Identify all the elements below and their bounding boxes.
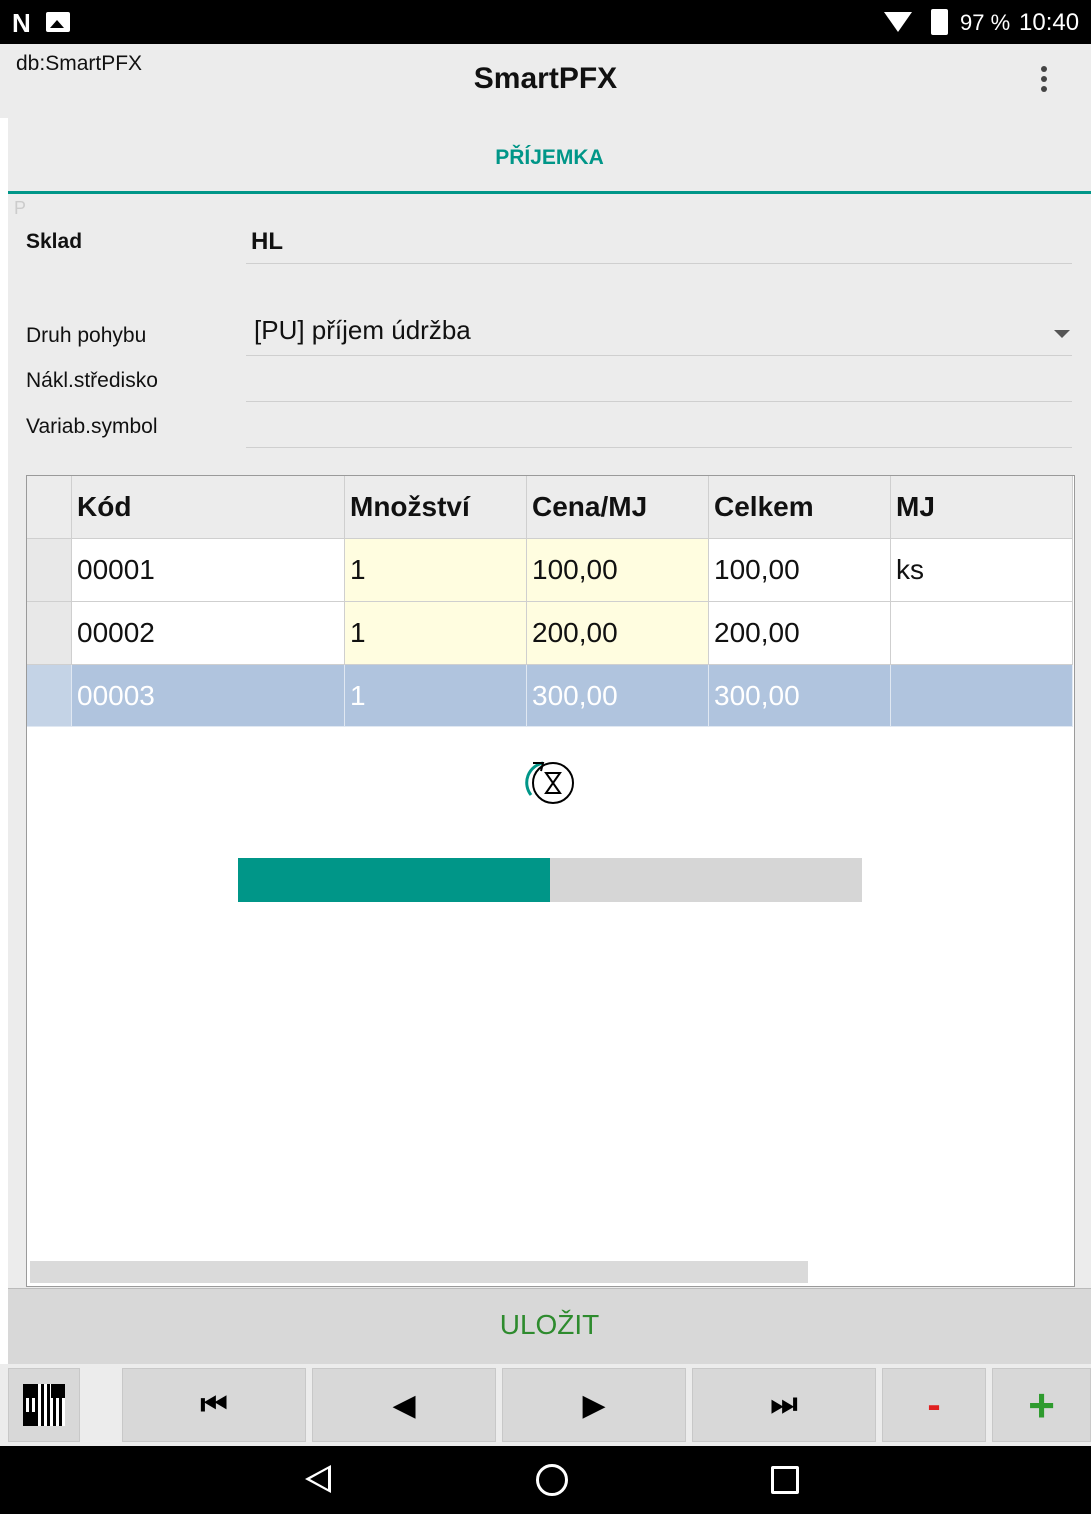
cell-mnozstvi-selected[interactable]: 1: [345, 665, 527, 727]
record-navigation-bar: ⏮ ◀ ▶ ⏭ - +: [0, 1364, 1091, 1446]
column-header-mj[interactable]: MJ: [891, 476, 1073, 539]
cell-celkem[interactable]: 100,00: [709, 539, 891, 602]
home-icon[interactable]: [536, 1464, 568, 1496]
cell-celkem[interactable]: 200,00: [709, 602, 891, 665]
sklad-label: Sklad: [26, 230, 83, 253]
minus-icon: -: [927, 1382, 941, 1427]
plus-icon: +: [1028, 1379, 1055, 1431]
battery-icon: [931, 9, 948, 35]
last-record-button[interactable]: ⏭: [692, 1368, 876, 1442]
row-header[interactable]: [27, 602, 72, 665]
variab-symbol-field[interactable]: [246, 406, 1072, 448]
status-bar: N 97 % 10:40: [0, 0, 1091, 44]
cell-kod-selected[interactable]: 00003: [72, 665, 345, 727]
first-record-button[interactable]: ⏮: [122, 1368, 306, 1442]
progress-fill: [238, 858, 550, 902]
notification-n-icon: N: [12, 8, 31, 38]
sklad-field[interactable]: HL: [246, 218, 1072, 264]
more-vert-icon[interactable]: [1030, 66, 1058, 98]
cell-mnozstvi[interactable]: 1: [345, 602, 527, 665]
wifi-icon: [884, 12, 912, 32]
cell-kod[interactable]: 00002: [72, 602, 345, 665]
add-record-button[interactable]: +: [992, 1368, 1091, 1442]
cell-cena-mj[interactable]: 200,00: [527, 602, 709, 665]
column-header-celkem[interactable]: Celkem: [709, 476, 891, 539]
loading-hourglass-icon: [525, 761, 574, 804]
save-button[interactable]: ULOŽIT: [8, 1309, 1091, 1341]
save-bar: ULOŽIT: [8, 1288, 1091, 1364]
druh-pohybu-value: [PU] příjem údržba: [254, 315, 471, 345]
qr-code-icon: [23, 1384, 65, 1426]
qr-scan-button[interactable]: [8, 1368, 80, 1442]
variab-symbol-label: Variab.symbol: [26, 415, 158, 438]
battery-percent: 97 %: [960, 10, 1011, 35]
cell-celkem-selected[interactable]: 300,00: [709, 665, 891, 727]
cell-cena-mj[interactable]: 100,00: [527, 539, 709, 602]
clock: 10:40: [1019, 9, 1080, 36]
previous-record-button[interactable]: ◀: [312, 1368, 496, 1442]
progress-bar: [238, 858, 862, 902]
column-header-cena-mj[interactable]: Cena/MJ: [527, 476, 709, 539]
druh-pohybu-select[interactable]: [PU] příjem údržba: [246, 312, 1072, 356]
column-header-mnozstvi[interactable]: Množství: [345, 476, 527, 539]
cell-mj[interactable]: ks: [891, 539, 1073, 602]
items-grid[interactable]: Kód Množství Cena/MJ Celkem MJ 00001 1 1…: [26, 475, 1075, 1287]
horizontal-scrollbar[interactable]: [30, 1261, 808, 1283]
app-bar: db:SmartPFX SmartPFX: [0, 44, 1091, 118]
back-icon[interactable]: [305, 1465, 331, 1493]
cell-kod[interactable]: 00001: [72, 539, 345, 602]
nakl-stredisko-field[interactable]: [246, 360, 1072, 402]
grid-corner-header: [27, 476, 72, 539]
image-notification-icon: [46, 12, 70, 32]
row-header[interactable]: [27, 539, 72, 602]
play-left-icon: ◀: [392, 1388, 416, 1422]
system-navigation-bar: [0, 1446, 1091, 1514]
remove-record-button[interactable]: -: [882, 1368, 986, 1442]
p-marker: P: [14, 198, 27, 218]
nakl-stredisko-label: Nákl.středisko: [26, 369, 158, 392]
druh-pohybu-label: Druh pohybu: [26, 324, 147, 347]
column-header-kod[interactable]: Kód: [72, 476, 345, 539]
recent-apps-icon[interactable]: [771, 1466, 799, 1494]
cell-cena-mj-selected[interactable]: 300,00: [527, 665, 709, 727]
row-header-selected[interactable]: [27, 665, 72, 727]
tab-bar: PŘÍJEMKA: [8, 118, 1091, 194]
tab-prijemka[interactable]: PŘÍJEMKA: [8, 146, 1091, 170]
skip-last-icon: ⏭: [770, 1388, 798, 1421]
dropdown-arrow-icon: [1054, 330, 1070, 338]
cell-mj-selected[interactable]: [891, 665, 1073, 727]
app-title: SmartPFX: [473, 62, 618, 95]
cell-mnozstvi[interactable]: 1: [345, 539, 527, 602]
skip-first-icon: ⏮: [200, 1388, 228, 1421]
next-record-button[interactable]: ▶: [502, 1368, 686, 1442]
play-right-icon: ▶: [582, 1388, 606, 1422]
cell-mj[interactable]: [891, 602, 1073, 665]
